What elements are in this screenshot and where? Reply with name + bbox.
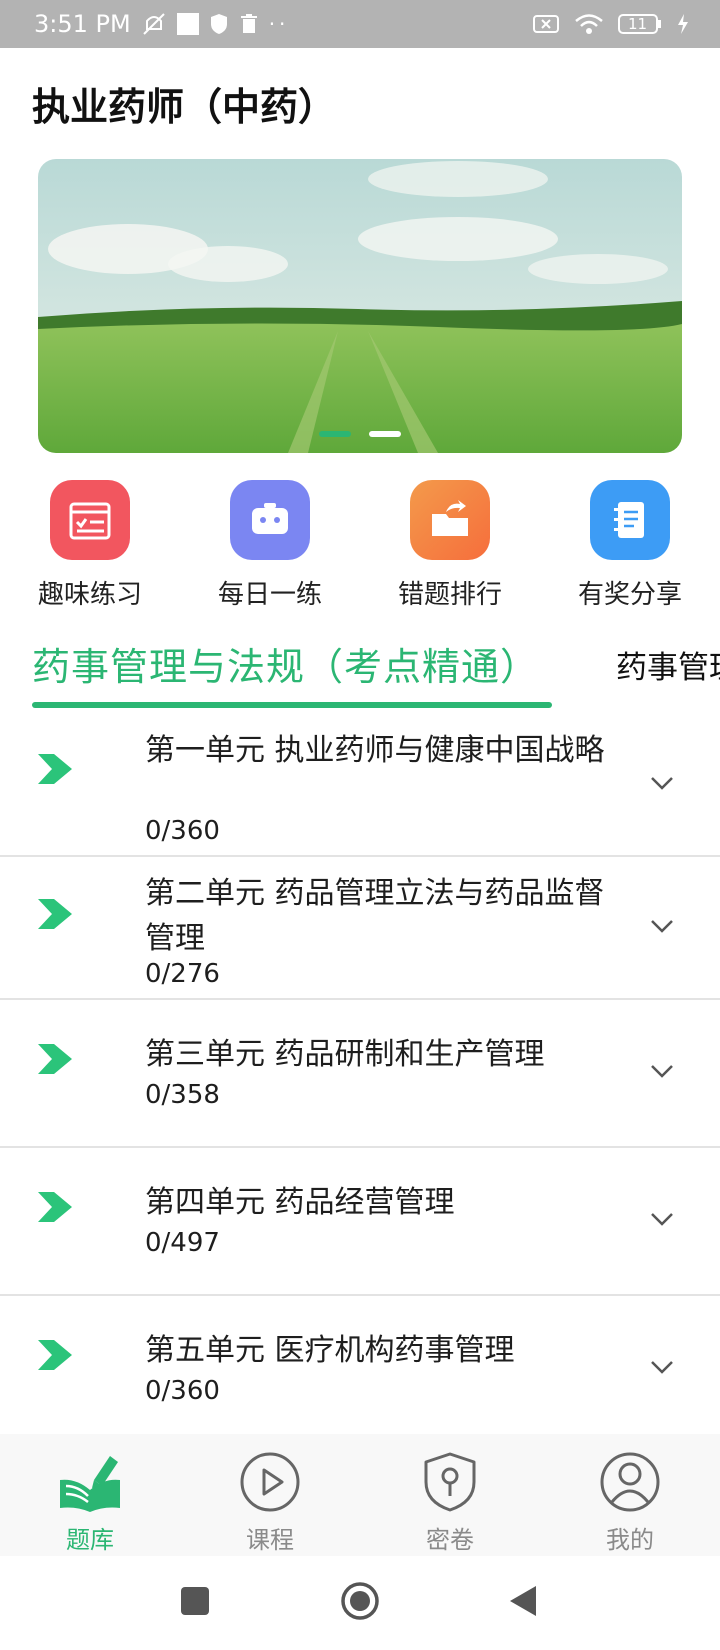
unit-title: 第四单元 药品经营管理 — [145, 1185, 455, 1220]
play-circle-icon — [240, 1452, 300, 1512]
qa-label: 有奖分享 — [577, 580, 682, 610]
unit-progress: 0/360 — [145, 816, 220, 846]
more-dots-icon: ·· — [268, 12, 290, 36]
chevron-right-icon — [38, 754, 72, 784]
qa-fun-practice[interactable]: 趣味练习 — [0, 480, 180, 611]
tab-law-exam-points[interactable]: 药事管理与法规（考点精通） — [32, 636, 539, 691]
notebook-icon — [590, 480, 670, 560]
qa-reward-share[interactable]: 有奖分享 — [540, 480, 720, 611]
status-bar: 3:51 PM ·· 11 — [0, 0, 720, 48]
nav-course[interactable]: 课程 — [180, 1434, 360, 1556]
shield-icon — [210, 14, 227, 34]
page-title: 执业药师（中药） — [32, 85, 337, 129]
chevron-down-icon[interactable] — [650, 776, 674, 792]
robot-icon — [230, 480, 310, 560]
qa-label: 每日一练 — [217, 580, 322, 610]
book-pen-icon — [60, 1456, 120, 1512]
nav-secret-papers[interactable]: 密卷 — [360, 1434, 540, 1556]
list-item[interactable]: 第四单元 药品经营管理 0/497 — [0, 1148, 720, 1296]
unit-title: 第一单元 执业药师与健康中国战略 — [145, 733, 605, 768]
tab-active-indicator — [32, 702, 552, 708]
chevron-down-icon[interactable] — [650, 1064, 674, 1080]
chevron-right-icon — [38, 1044, 72, 1074]
trash-icon — [240, 14, 257, 33]
chevron-down-icon[interactable] — [650, 1360, 674, 1376]
system-nav-bar — [0, 1556, 720, 1650]
checklist-icon — [50, 480, 130, 560]
nav-question-bank[interactable]: 题库 — [0, 1434, 180, 1556]
list-item[interactable]: 第二单元 药品管理立法与药品监督管理 0/276 — [0, 857, 720, 1000]
notification-square-icon — [176, 13, 199, 35]
list-item[interactable]: 第一单元 执业药师与健康中国战略 0/360 — [0, 712, 720, 857]
unit-progress: 0/276 — [145, 959, 220, 989]
bottom-nav: 题库 课程 密卷 我的 — [0, 1434, 720, 1556]
banner-carousel[interactable] — [38, 159, 682, 453]
user-circle-icon — [600, 1452, 660, 1512]
qa-wrong-ranking[interactable]: 错题排行 — [360, 480, 540, 611]
chevron-right-icon — [38, 899, 72, 929]
list-item[interactable]: 第五单元 医疗机构药事管理 0/360 — [0, 1296, 720, 1436]
qa-label: 错题排行 — [397, 580, 502, 610]
qa-label: 趣味练习 — [37, 580, 142, 610]
battery-indicator: 11 — [618, 13, 662, 35]
banner-dot-1[interactable] — [319, 431, 351, 437]
nav-label: 题库 — [66, 1526, 114, 1554]
banner-image — [38, 159, 682, 453]
chevron-right-icon — [38, 1340, 72, 1370]
sim-off-icon — [533, 15, 559, 33]
chevron-down-icon[interactable] — [650, 1212, 674, 1228]
nav-label: 密卷 — [426, 1526, 474, 1554]
mute-icon — [142, 13, 165, 35]
shield-lock-icon — [424, 1452, 476, 1512]
unit-progress: 0/497 — [145, 1228, 220, 1258]
qa-daily-practice[interactable]: 每日一练 — [180, 480, 360, 611]
folder-share-icon — [410, 480, 490, 560]
unit-title: 第二单元 药品管理立法与药品监督管理 — [145, 876, 605, 956]
nav-label: 我的 — [606, 1526, 654, 1554]
banner-dot-2[interactable] — [369, 431, 401, 437]
subject-tabs: 药事管理与法规（考点精通） 药事管理 — [0, 628, 720, 712]
tab-pharmacy-management[interactable]: 药事管理 — [616, 642, 720, 687]
chevron-down-icon[interactable] — [650, 919, 674, 935]
list-item[interactable]: 第三单元 药品研制和生产管理 0/358 — [0, 1000, 720, 1148]
home-icon[interactable] — [340, 1581, 380, 1621]
unit-title: 第三单元 药品研制和生产管理 — [145, 1037, 545, 1072]
unit-progress: 0/358 — [145, 1080, 220, 1110]
charging-bolt-icon — [678, 14, 688, 34]
nav-mine[interactable]: 我的 — [540, 1434, 720, 1556]
back-icon[interactable] — [508, 1584, 538, 1618]
wifi-icon — [575, 14, 603, 34]
banner-pagination — [38, 431, 682, 437]
quick-actions: 趣味练习 每日一练 错题排行 有奖分享 — [0, 480, 720, 611]
chevron-right-icon — [38, 1192, 72, 1222]
unit-title: 第五单元 医疗机构药事管理 — [145, 1333, 515, 1368]
unit-list: 第一单元 执业药师与健康中国战略 0/360 第二单元 药品管理立法与药品监督管… — [0, 712, 720, 1436]
status-time: 3:51 PM — [34, 10, 131, 38]
nav-label: 课程 — [246, 1526, 294, 1554]
unit-progress: 0/360 — [145, 1376, 220, 1406]
recent-apps-icon[interactable] — [180, 1586, 210, 1616]
battery-level: 11 — [628, 15, 648, 33]
